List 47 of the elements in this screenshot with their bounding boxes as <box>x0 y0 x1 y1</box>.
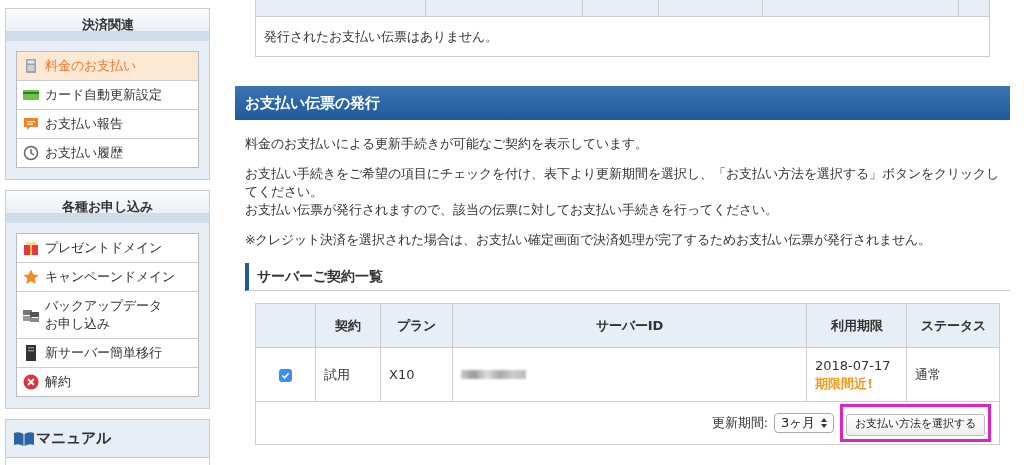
column-header: サーバーID <box>452 303 807 348</box>
description-text: 料金のお支払いによる更新手続きが可能なご契約を表示しています。 <box>245 135 649 153</box>
select-arrows-icon <box>821 418 827 428</box>
column-header: 利用期限 <box>806 303 907 348</box>
period-label: 更新期間: <box>711 413 768 432</box>
expiry-warning: 期限間近! <box>815 374 874 393</box>
book-icon <box>14 431 34 446</box>
sidebar-item[interactable]: プレゼントドメイン <box>17 234 198 262</box>
star-icon <box>23 269 39 285</box>
sidebar-item[interactable]: カード自動更新設定 <box>17 80 198 109</box>
sidebar-item[interactable]: バックアップデータ お申し込み <box>17 291 198 338</box>
servers-icon <box>23 307 39 323</box>
gift-icon <box>23 240 39 256</box>
table-cell: 通常 <box>906 347 1000 402</box>
table-cell: X10 <box>380 347 453 402</box>
checkbox[interactable] <box>279 368 292 382</box>
column-header: 契約 <box>315 303 381 348</box>
cancel-icon <box>23 374 39 390</box>
period-select[interactable]: 3ヶ月 <box>774 413 834 433</box>
speech-bubble-icon <box>23 116 39 132</box>
subsection-heading: サーバーご契約一覧 <box>245 263 1010 291</box>
panel-title: マニュアル <box>36 428 111 450</box>
sidebar-item[interactable]: 解約 <box>17 367 198 396</box>
description-text: お支払い伝票が発行されますので、該当の伝票に対してお支払い手続きを行ってください。 <box>245 201 779 219</box>
description-text: ※クレジット決済を選択された場合は、お支払い確定画面で決済処理が完了するためお支払い伝票が発行されません。 <box>245 231 933 249</box>
sidebar-item[interactable]: お支払い履歴 <box>17 138 198 167</box>
select-payment-button[interactable]: お支払い方法を選択する <box>846 413 985 436</box>
calculator-icon <box>23 58 39 74</box>
panel-title: 各種お申し込み <box>6 191 209 223</box>
column-header: プラン <box>380 303 453 348</box>
empty-message: 発行されたお支払い伝票はありません。 <box>264 27 498 46</box>
section-header: お支払い伝票の発行 <box>235 86 1010 120</box>
blurred-server-id <box>461 370 526 379</box>
expiry-date: 2018-07-17 <box>815 356 892 375</box>
panel-title: 決済関連 <box>6 9 209 41</box>
item-label-line: お申し込み <box>45 315 111 333</box>
tower-server-icon <box>23 345 39 361</box>
sidebar-item[interactable]: お支払い報告 <box>17 109 198 138</box>
sidebar-item[interactable]: 新サーバー簡単移行 <box>17 338 198 367</box>
check-icon <box>281 370 290 380</box>
credit-card-icon <box>23 87 39 103</box>
sidebar-item[interactable]: キャンペーンドメイン <box>17 262 198 291</box>
table-cell: 試用 <box>315 347 381 402</box>
column-header: ステータス <box>906 303 1000 348</box>
description-text: お支払い手続きをご希望の項目にチェックを付け、表下より更新期間を選択し、「お支払い方法を選択する」ボタンをクリックしてください。 <box>245 165 1000 201</box>
item-label-line: バックアップデータ <box>45 297 162 315</box>
clock-icon <box>23 145 39 161</box>
